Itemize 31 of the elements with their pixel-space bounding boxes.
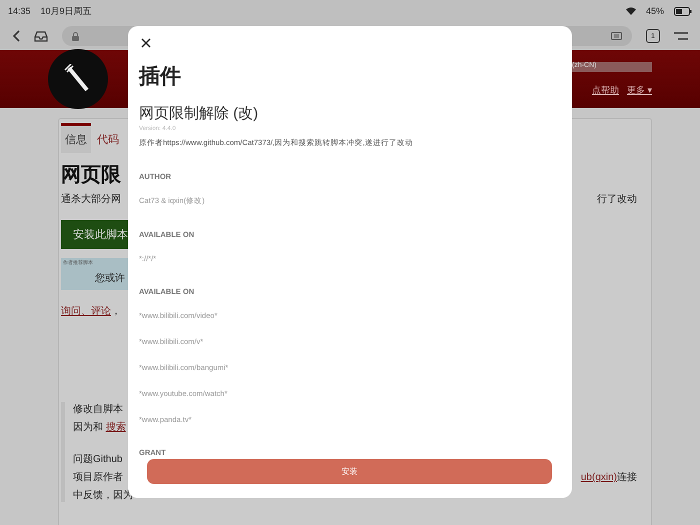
header-link[interactable]: 点帮助 [592, 84, 619, 96]
status-date: 10月9日周五 [40, 4, 92, 18]
description-text: 因为和 [73, 422, 104, 433]
script-summary-end: 行了改动 [597, 193, 637, 206]
feedback-link[interactable]: 询问、评论 [61, 306, 111, 317]
page-tab[interactable]: 代码 [93, 123, 123, 153]
description-link[interactable]: ub(qxin) [580, 472, 617, 483]
feedback-text: ， [111, 306, 121, 317]
lock-icon [72, 32, 79, 40]
status-time: 14:35 [8, 6, 31, 16]
reader-icon[interactable] [611, 32, 622, 40]
script-summary: 通杀大部分网 [61, 192, 121, 206]
tray-icon[interactable] [34, 30, 48, 42]
back-icon[interactable] [12, 30, 20, 42]
recommend-text: 您或许 [95, 272, 125, 285]
description-text: 问题Github [73, 454, 122, 465]
battery-icon [674, 6, 692, 16]
page-tab[interactable]: 信息 [61, 123, 91, 153]
description-text: 修改自脚本 [73, 404, 123, 415]
description-link[interactable]: 搜索 [106, 422, 126, 433]
wifi-icon [626, 7, 636, 15]
install-button[interactable]: 安装 [147, 459, 552, 484]
script-title: 网页限 [61, 163, 121, 188]
close-icon[interactable] [139, 36, 153, 50]
script-name: 网页限制解除 (改) [139, 104, 260, 123]
description-text: 项目原作者 [73, 472, 123, 483]
battery-percent: 45% [646, 6, 664, 16]
header-link[interactable]: 更多 ▾ [626, 84, 652, 96]
description-text: 连接 [617, 472, 637, 483]
menu-icon[interactable] [674, 32, 688, 40]
dialog-title: 插件 [139, 64, 182, 90]
